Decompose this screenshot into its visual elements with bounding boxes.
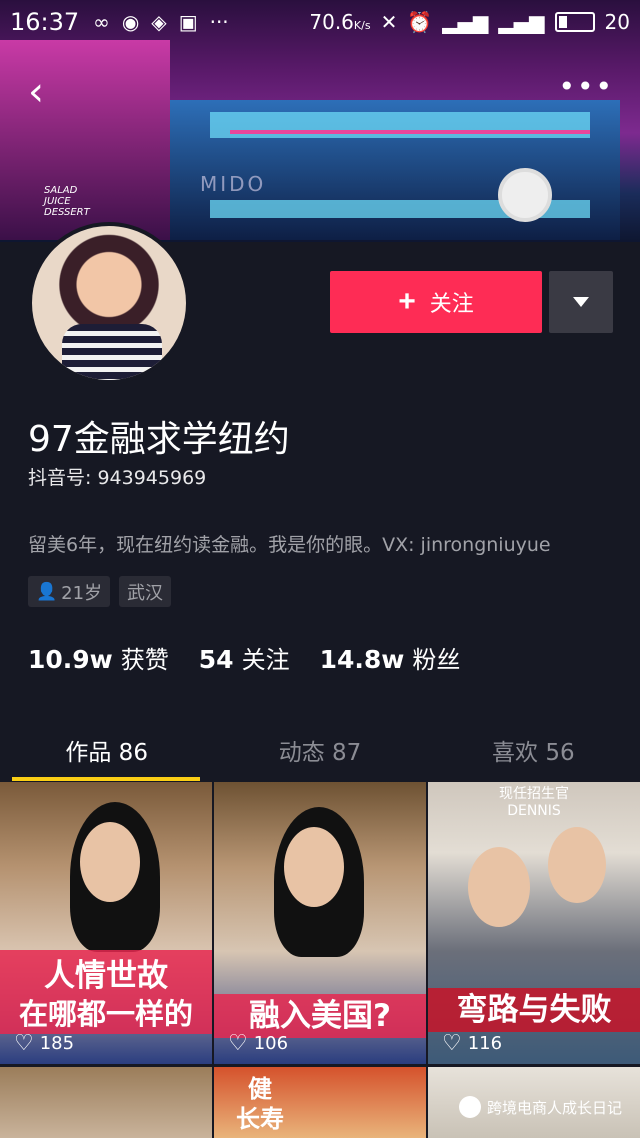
stat-followers[interactable]: 14.8w 粉丝 [320, 640, 461, 675]
video-caption: 融入美国? [249, 998, 391, 1034]
video-thumbnail[interactable]: 融入美国? ♡ 106 [214, 782, 426, 1064]
recommend-dropdown-button[interactable] [549, 271, 613, 333]
avatar[interactable] [28, 222, 190, 384]
douyin-id: 抖音号: 943945969 [28, 467, 207, 489]
video-thumbnail[interactable] [0, 1067, 212, 1138]
tab-works[interactable]: 作品 86 [0, 725, 213, 781]
video-likes: ♡ 106 [228, 1030, 289, 1056]
battery-icon [554, 12, 595, 32]
watermark: 跨境电商人成长日记 [458, 1096, 622, 1118]
video-caption-line2: 长寿 [236, 1105, 284, 1133]
network-speed: 70.6K/s [309, 10, 371, 34]
heart-icon: ♡ [228, 1030, 248, 1056]
more-notifications-icon: ··· [209, 10, 229, 34]
tab-indicator [12, 777, 200, 781]
plus-icon: + [398, 285, 416, 318]
video-likes: ♡ 185 [14, 1030, 75, 1056]
profile-bio: 留美6年，现在纽约读金融。我是你的眼。VX: jinrongniuyue [28, 534, 551, 556]
age-tag: 👤 21岁 [28, 576, 111, 607]
more-options-button[interactable]: ••• [558, 70, 614, 103]
city-tag: 武汉 [119, 576, 171, 607]
tab-moments[interactable]: 动态 87 [213, 725, 426, 781]
heart-icon: ♡ [14, 1030, 34, 1056]
profile-stats: 10.9w 获赞 54 关注 14.8w 粉丝 [28, 640, 460, 675]
tab-likes[interactable]: 喜欢 56 [427, 725, 640, 781]
app-icon: ◈ [151, 10, 167, 34]
video-grid: 人情世故 在哪都一样的 ♡ 185 融入美国? ♡ 106 现任招生官 DENNIS… [0, 782, 640, 1138]
gallery-icon: ▣ [178, 10, 198, 34]
triangle-down-icon [573, 297, 589, 307]
follow-label: 关注 [429, 291, 474, 316]
video-likes: ♡ 116 [442, 1030, 503, 1056]
cover-sign: SALAD JUICE DESSERT [44, 185, 90, 218]
stat-following[interactable]: 54 关注 [199, 640, 290, 675]
video-caption-line2: 在哪都一样的 [18, 997, 193, 1031]
video-thumbnail[interactable]: 人情世故 在哪都一样的 ♡ 185 [0, 782, 212, 1064]
female-icon: 👤 [36, 581, 58, 602]
weibo-icon: ◉ [121, 10, 140, 34]
follow-button[interactable]: + 关注 [330, 271, 542, 333]
back-button[interactable]: ‹ [28, 72, 44, 112]
battery-level: 20 [604, 10, 630, 34]
mute-icon: ✕ [380, 10, 398, 34]
video-caption: 弯路与失败 [456, 992, 612, 1028]
wechat-icon [458, 1096, 481, 1118]
infinity-icon: ∞ [93, 10, 110, 34]
heart-icon: ♡ [442, 1030, 462, 1056]
video-caption: 人情世故 [44, 958, 168, 994]
stat-likes[interactable]: 10.9w 获赞 [28, 640, 169, 675]
profile-name: 97金融求学纽约 [28, 419, 290, 460]
video-thumbnail[interactable]: 现任招生官 DENNIS 弯路与失败 ♡ 116 [428, 782, 640, 1064]
cover-shop-name: MIDO [200, 172, 267, 196]
status-bar: 16:37 ∞ ◉ ◈ ▣ ··· 70.6K/s ✕ ⏰ ▂▄▆ ▂▄▆ 20 [0, 0, 640, 44]
status-time: 16:37 [10, 8, 80, 36]
profile-tabs: 作品 86 动态 87 喜欢 56 [0, 725, 640, 781]
video-top-text: 现任招生官 DENNIS [499, 786, 569, 819]
signal-4g-icon: ▂▄▆ [498, 10, 545, 34]
video-thumbnail[interactable]: 健 长寿 [214, 1067, 426, 1138]
alarm-icon: ⏰ [407, 10, 433, 34]
signal-icon: ▂▄▆ [442, 10, 489, 34]
